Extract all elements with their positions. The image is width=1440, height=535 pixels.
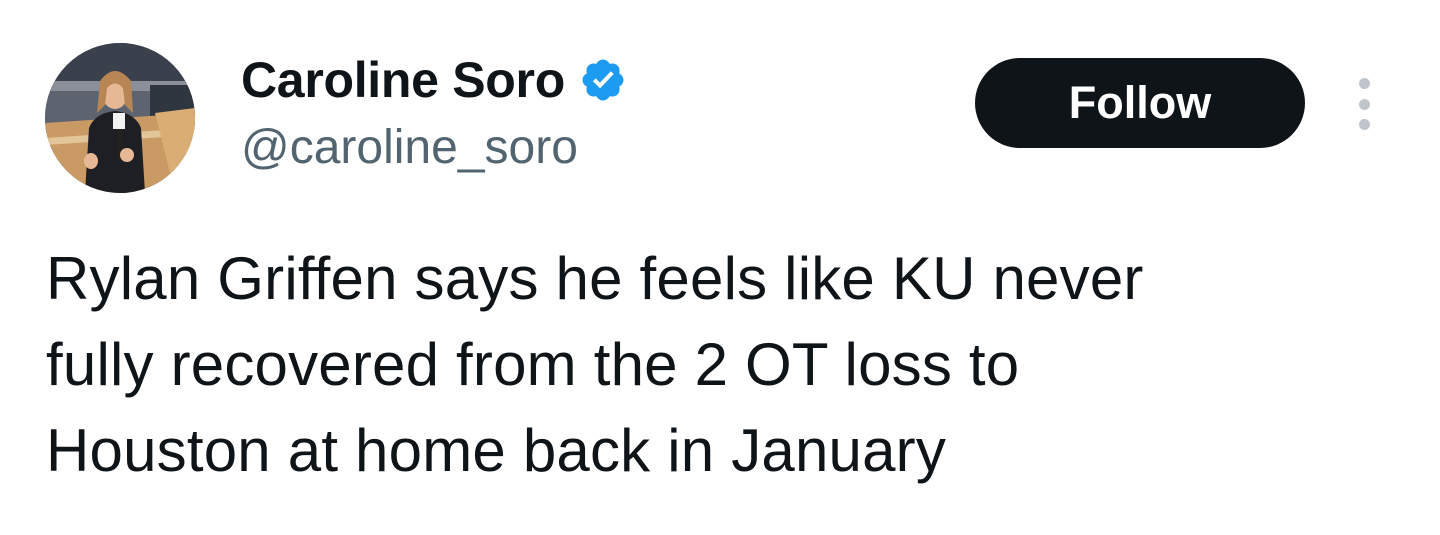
author-name-row: Caroline Soro — [241, 50, 627, 110]
tweet-card: Caroline Soro @caroline_soro Follow Ryla… — [0, 0, 1440, 535]
more-dot — [1358, 119, 1370, 130]
author-display-name[interactable]: Caroline Soro — [241, 50, 565, 110]
author-handle[interactable]: @caroline_soro — [241, 118, 578, 178]
follow-button[interactable]: Follow — [975, 58, 1305, 148]
tweet-text: Rylan Griffen says he feels like KU neve… — [46, 245, 1144, 484]
profile-photo-icon — [45, 43, 195, 193]
verified-badge-icon — [579, 56, 627, 104]
avatar[interactable] — [45, 43, 195, 193]
more-vertical-icon[interactable] — [1348, 78, 1380, 130]
more-dot — [1358, 78, 1370, 89]
more-dot — [1358, 98, 1370, 110]
